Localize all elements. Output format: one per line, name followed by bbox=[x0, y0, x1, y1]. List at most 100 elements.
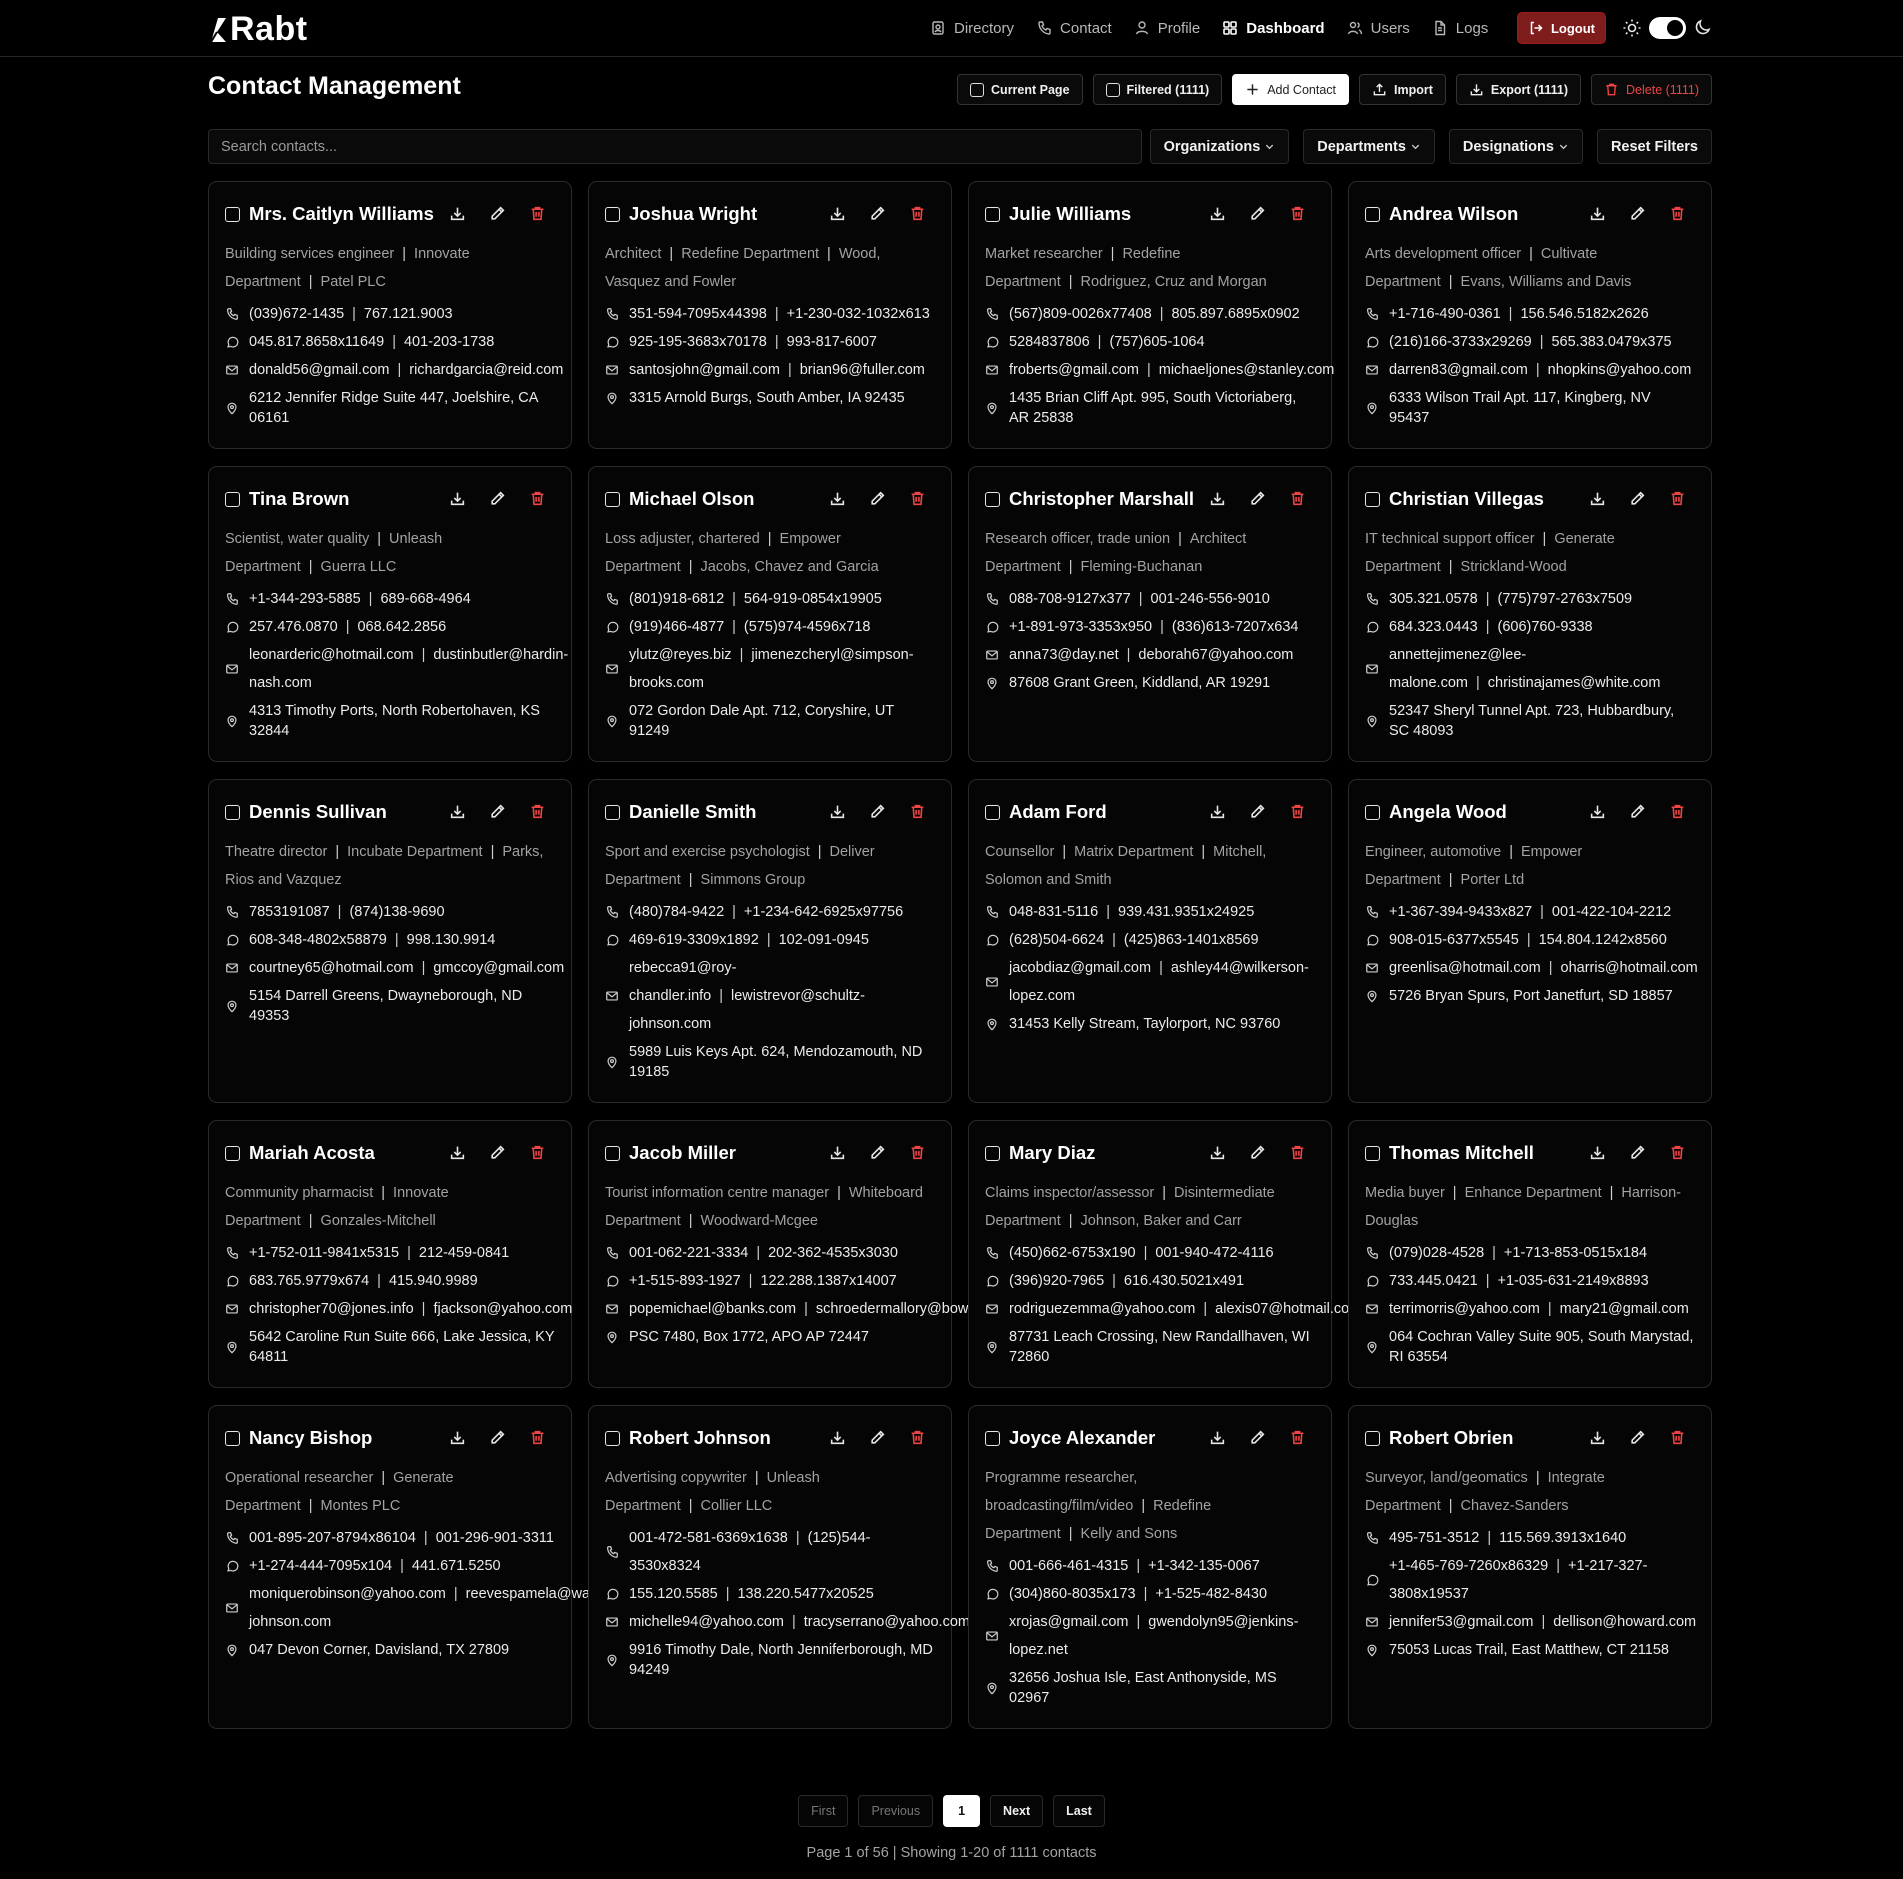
moon-icon[interactable] bbox=[1694, 18, 1712, 36]
email-primary[interactable]: donald56@gmail.com bbox=[249, 362, 389, 378]
phone-primary[interactable]: 305.321.0578 bbox=[1389, 591, 1478, 607]
delete-contact-button[interactable] bbox=[1669, 1429, 1687, 1447]
brand-logo[interactable]: Rabt bbox=[208, 11, 308, 47]
whatsapp-secondary[interactable]: 415.940.9989 bbox=[389, 1273, 478, 1289]
delete-contact-button[interactable] bbox=[529, 803, 547, 821]
phone-primary[interactable]: (480)784-9422 bbox=[629, 904, 724, 920]
phone-secondary[interactable]: 212-459-0841 bbox=[419, 1245, 509, 1261]
edit-contact-button[interactable] bbox=[489, 205, 507, 223]
phone-secondary[interactable]: 689-668-4964 bbox=[380, 591, 470, 607]
email-secondary[interactable]: mary21@gmail.com bbox=[1560, 1301, 1689, 1317]
email-secondary[interactable]: richardgarcia@reid.com bbox=[409, 362, 563, 378]
whatsapp-primary[interactable]: (304)860-8035x173 bbox=[1009, 1586, 1136, 1602]
phone-secondary[interactable]: 564-919-0854x19905 bbox=[744, 591, 882, 607]
export-button[interactable]: Export (1111) bbox=[1455, 74, 1582, 105]
email-primary[interactable]: froberts@gmail.com bbox=[1009, 362, 1139, 378]
phone-secondary[interactable]: 202-362-4535x3030 bbox=[768, 1245, 898, 1261]
phone-primary[interactable]: 001-895-207-8794x86104 bbox=[249, 1530, 416, 1546]
edit-contact-button[interactable] bbox=[869, 1144, 887, 1162]
download-contact-button[interactable] bbox=[1209, 1144, 1227, 1162]
whatsapp-secondary[interactable]: 401-203-1738 bbox=[404, 334, 494, 350]
email-primary[interactable]: moniquerobinson@yahoo.com bbox=[249, 1586, 446, 1602]
delete-contact-button[interactable] bbox=[529, 1429, 547, 1447]
select-contact-checkbox[interactable] bbox=[1365, 206, 1380, 222]
phone-primary[interactable]: (567)809-0026x77408 bbox=[1009, 306, 1152, 322]
phone-primary[interactable]: (039)672-1435 bbox=[249, 306, 344, 322]
phone-primary[interactable]: 001-472-581-6369x1638 bbox=[629, 1530, 788, 1546]
download-contact-button[interactable] bbox=[829, 1429, 847, 1447]
edit-contact-button[interactable] bbox=[1249, 205, 1267, 223]
edit-contact-button[interactable] bbox=[869, 1429, 887, 1447]
email-primary[interactable]: santosjohn@gmail.com bbox=[629, 362, 780, 378]
phone-secondary[interactable]: 001-296-901-3311 bbox=[436, 1530, 554, 1546]
edit-contact-button[interactable] bbox=[1249, 803, 1267, 821]
last-page-button[interactable]: Last bbox=[1053, 1795, 1105, 1827]
download-contact-button[interactable] bbox=[829, 803, 847, 821]
phone-secondary[interactable]: +1-713-853-0515x184 bbox=[1504, 1245, 1647, 1261]
designations-filter[interactable]: Designations bbox=[1448, 129, 1583, 164]
select-contact-checkbox[interactable] bbox=[985, 206, 1000, 222]
whatsapp-secondary[interactable]: (757)605-1064 bbox=[1109, 334, 1204, 350]
whatsapp-secondary[interactable]: (836)613-7207x634 bbox=[1172, 619, 1299, 635]
whatsapp-secondary[interactable]: (425)863-1401x8569 bbox=[1124, 932, 1259, 948]
email-secondary[interactable]: fjackson@yahoo.com bbox=[433, 1301, 572, 1317]
delete-button[interactable]: Delete (1111) bbox=[1591, 74, 1712, 105]
phone-secondary[interactable]: 767.121.9003 bbox=[364, 306, 453, 322]
email-primary[interactable]: terrimorris@yahoo.com bbox=[1389, 1301, 1540, 1317]
edit-contact-button[interactable] bbox=[1629, 1144, 1647, 1162]
add-contact-button[interactable]: Add Contact bbox=[1232, 74, 1350, 105]
download-contact-button[interactable] bbox=[1589, 1429, 1607, 1447]
theme-toggle[interactable] bbox=[1649, 17, 1686, 39]
select-filtered-button[interactable]: Filtered (1111) bbox=[1092, 74, 1223, 105]
reset-filters-button[interactable]: Reset Filters bbox=[1596, 129, 1712, 164]
email-secondary[interactable]: deborah67@yahoo.com bbox=[1138, 647, 1293, 663]
delete-contact-button[interactable] bbox=[1669, 490, 1687, 508]
download-contact-button[interactable] bbox=[449, 205, 467, 223]
edit-contact-button[interactable] bbox=[869, 490, 887, 508]
whatsapp-secondary[interactable]: 154.804.1242x8560 bbox=[1539, 932, 1667, 948]
download-contact-button[interactable] bbox=[1209, 490, 1227, 508]
phone-primary[interactable]: +1-367-394-9433x827 bbox=[1389, 904, 1532, 920]
delete-contact-button[interactable] bbox=[529, 490, 547, 508]
download-contact-button[interactable] bbox=[1209, 803, 1227, 821]
delete-contact-button[interactable] bbox=[1289, 1144, 1307, 1162]
edit-contact-button[interactable] bbox=[1629, 205, 1647, 223]
select-contact-checkbox[interactable] bbox=[225, 206, 240, 222]
delete-contact-button[interactable] bbox=[909, 490, 927, 508]
whatsapp-secondary[interactable]: 993-817-6007 bbox=[787, 334, 877, 350]
email-primary[interactable]: michelle94@yahoo.com bbox=[629, 1614, 784, 1630]
whatsapp-primary[interactable]: 683.765.9779x674 bbox=[249, 1273, 369, 1289]
download-contact-button[interactable] bbox=[1209, 205, 1227, 223]
select-contact-checkbox[interactable] bbox=[605, 1145, 620, 1161]
whatsapp-primary[interactable]: +1-274-444-7095x104 bbox=[249, 1558, 392, 1574]
whatsapp-primary[interactable]: (216)166-3733x29269 bbox=[1389, 334, 1532, 350]
phone-secondary[interactable]: 001-246-556-9010 bbox=[1151, 591, 1270, 607]
whatsapp-primary[interactable]: +1-891-973-3353x950 bbox=[1009, 619, 1152, 635]
delete-contact-button[interactable] bbox=[1289, 205, 1307, 223]
email-secondary[interactable]: michaeljones@stanley.com bbox=[1159, 362, 1335, 378]
nav-users[interactable]: Users bbox=[1347, 20, 1410, 37]
email-secondary[interactable]: gmccoy@gmail.com bbox=[433, 960, 564, 976]
whatsapp-secondary[interactable]: (575)974-4596x718 bbox=[744, 619, 871, 635]
download-contact-button[interactable] bbox=[1589, 1144, 1607, 1162]
edit-contact-button[interactable] bbox=[489, 1429, 507, 1447]
select-contact-checkbox[interactable] bbox=[1365, 804, 1380, 820]
email-primary[interactable]: darren83@gmail.com bbox=[1389, 362, 1528, 378]
select-contact-checkbox[interactable] bbox=[985, 804, 1000, 820]
whatsapp-secondary[interactable]: 441.671.5250 bbox=[412, 1558, 501, 1574]
phone-primary[interactable]: (801)918-6812 bbox=[629, 591, 724, 607]
phone-primary[interactable]: 001-062-221-3334 bbox=[629, 1245, 748, 1261]
whatsapp-primary[interactable]: +1-515-893-1927 bbox=[629, 1273, 741, 1289]
phone-primary[interactable]: 088-708-9127x377 bbox=[1009, 591, 1131, 607]
whatsapp-primary[interactable]: +1-465-769-7260x86329 bbox=[1389, 1558, 1548, 1574]
edit-contact-button[interactable] bbox=[1629, 803, 1647, 821]
download-contact-button[interactable] bbox=[449, 490, 467, 508]
first-page-button[interactable]: First bbox=[798, 1795, 849, 1827]
download-contact-button[interactable] bbox=[449, 1429, 467, 1447]
email-secondary[interactable]: tracyserrano@yahoo.com bbox=[804, 1614, 970, 1630]
organizations-filter[interactable]: Organizations bbox=[1149, 129, 1290, 164]
phone-primary[interactable]: 001-666-461-4315 bbox=[1009, 1558, 1128, 1574]
departments-filter[interactable]: Departments bbox=[1303, 129, 1435, 164]
whatsapp-secondary[interactable]: (606)760-9338 bbox=[1497, 619, 1592, 635]
delete-contact-button[interactable] bbox=[1669, 803, 1687, 821]
